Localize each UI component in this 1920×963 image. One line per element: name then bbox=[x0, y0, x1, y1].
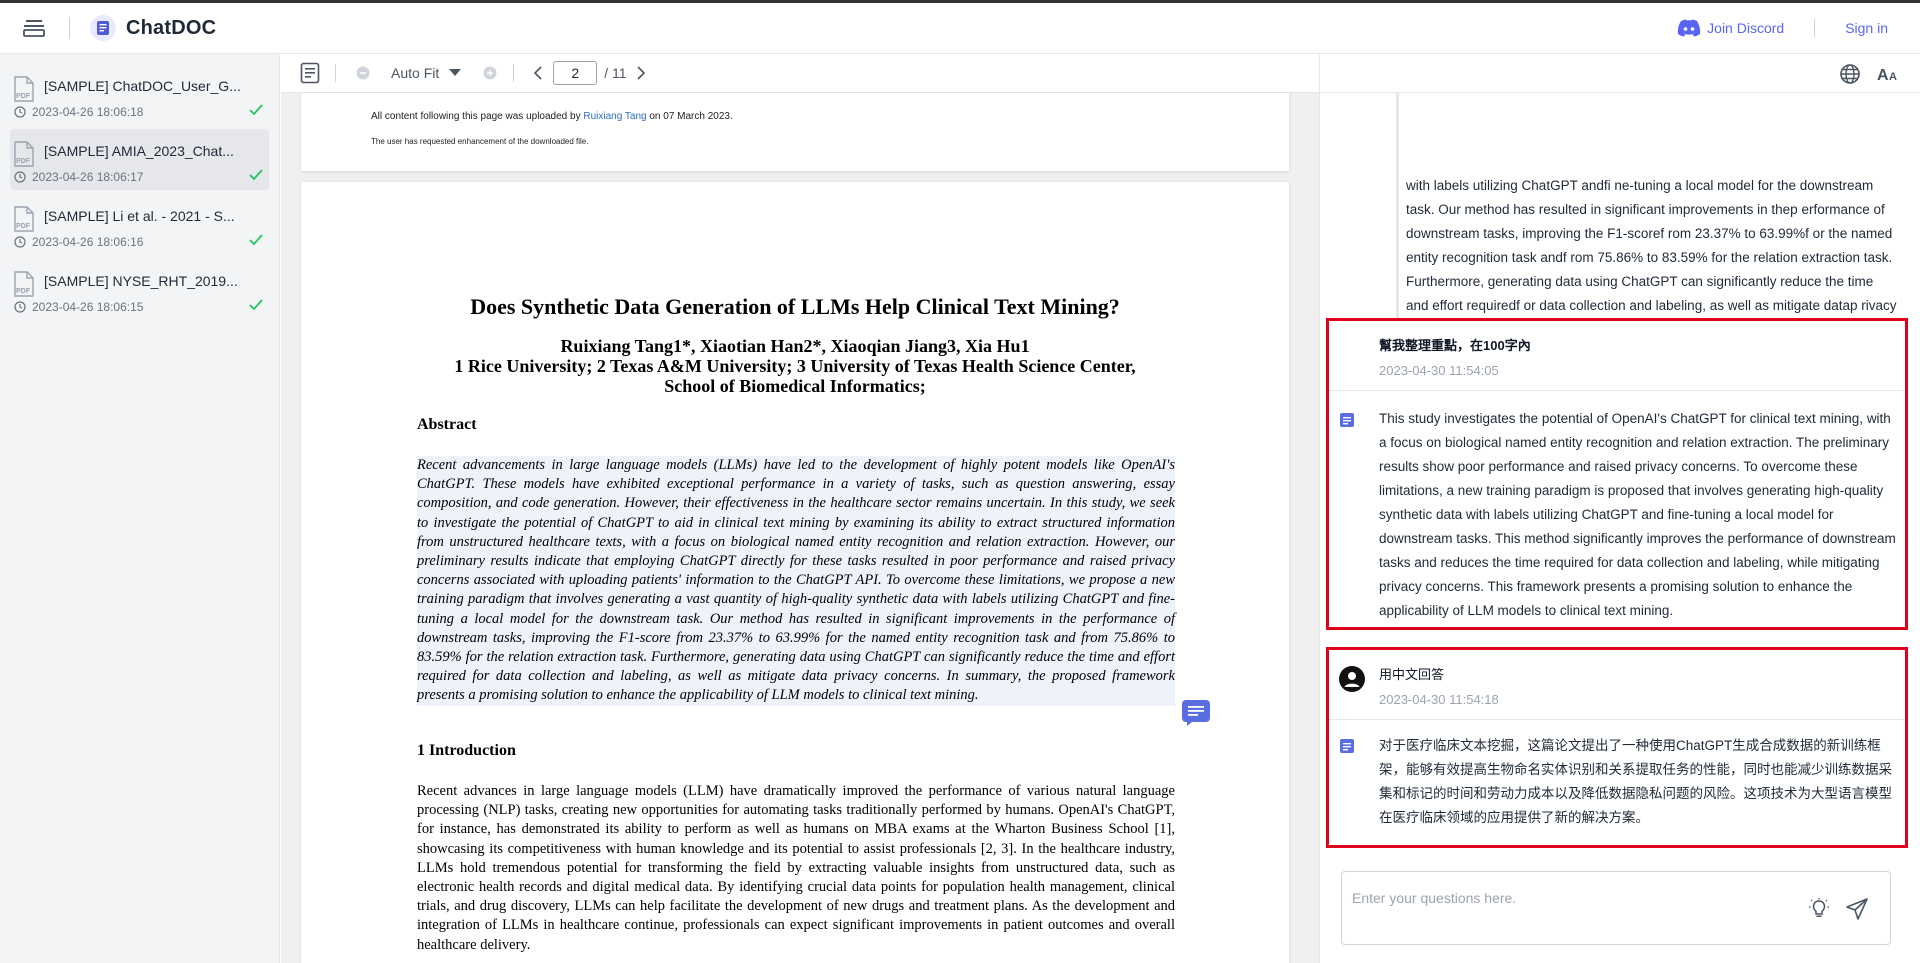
question-time: 2023-04-30 11:54:18 bbox=[1379, 692, 1499, 707]
assistant-answer: 对于医疗临床文本挖掘，这篇论文提出了一种使用ChatGPT生成合成数据的新训练框… bbox=[1379, 738, 1892, 825]
abstract-heading: Abstract bbox=[417, 416, 477, 433]
toolbar-divider bbox=[513, 64, 515, 82]
chevron-right-icon bbox=[636, 66, 645, 80]
uploader-link[interactable]: Ruixiang Tang bbox=[583, 111, 646, 122]
ask-chat-icon[interactable] bbox=[1181, 699, 1211, 727]
clock-icon bbox=[14, 236, 26, 248]
stack-menu-icon bbox=[23, 20, 45, 37]
document-item[interactable]: PDF [SAMPLE] NYSE_RHT_2019... 2023-04-26… bbox=[10, 259, 269, 320]
sign-in-link[interactable]: Sign in bbox=[1845, 20, 1888, 36]
zoom-out-button[interactable] bbox=[356, 66, 370, 80]
pdf-file-icon: PDF bbox=[14, 206, 34, 232]
document-name: [SAMPLE] Li et al. - 2021 - S... bbox=[44, 208, 235, 224]
document-item[interactable]: PDF [SAMPLE] Li et al. - 2021 - S... 202… bbox=[10, 194, 269, 255]
paper-title: Does Synthetic Data Generation of LLMs H… bbox=[470, 294, 1120, 319]
document-item[interactable]: PDF [SAMPLE] ChatDOC_User_G... 2023-04-2… bbox=[10, 64, 269, 125]
minus-circle-icon bbox=[356, 66, 370, 80]
clock-icon bbox=[14, 106, 26, 118]
svg-text:PDF: PDF bbox=[16, 93, 31, 100]
document-time: 2023-04-26 18:06:17 bbox=[32, 170, 144, 184]
send-icon[interactable] bbox=[1846, 898, 1868, 920]
paper-affiliation: 1 Rice University; 2 Texas A&M Universit… bbox=[454, 356, 1136, 376]
introduction-heading: 1 Introduction bbox=[417, 742, 516, 759]
enhancement-note: The user has requested enhancement of th… bbox=[371, 137, 589, 146]
chat-toolbar: AA bbox=[1320, 54, 1920, 93]
user-question: 用中文回答 bbox=[1379, 667, 1445, 682]
discord-icon bbox=[1677, 19, 1701, 37]
toolbar-divider bbox=[335, 64, 336, 82]
pdf-viewer: Auto Fit / 11 All content following this… bbox=[281, 54, 1319, 963]
header-divider bbox=[69, 17, 70, 39]
svg-text:A: A bbox=[1889, 71, 1897, 83]
message-divider bbox=[1329, 390, 1905, 391]
clock-icon bbox=[14, 301, 26, 313]
paper-affiliation: School of Biomedical Informatics; bbox=[664, 376, 926, 396]
document-outline-icon bbox=[300, 62, 320, 84]
chevron-left-icon bbox=[534, 66, 542, 80]
chatdoc-answer-icon bbox=[1340, 739, 1354, 753]
next-page-button[interactable] bbox=[636, 66, 645, 80]
font-size-icon[interactable]: AA bbox=[1877, 63, 1901, 85]
question-time: 2023-04-30 11:54:05 bbox=[1379, 363, 1499, 378]
document-name: [SAMPLE] AMIA_2023_Chat... bbox=[44, 143, 234, 159]
introduction-text: Recent advances in large language models… bbox=[417, 783, 1175, 953]
svg-text:PDF: PDF bbox=[16, 223, 31, 230]
document-name: [SAMPLE] ChatDOC_User_G... bbox=[44, 78, 241, 94]
pdf-file-icon: PDF bbox=[14, 271, 34, 297]
sidebar-toggle-button[interactable] bbox=[19, 13, 49, 43]
user-avatar-icon bbox=[1339, 666, 1365, 692]
chat-panel: AA with labels utilizing ChatGPT andfi n… bbox=[1319, 54, 1920, 963]
pdf-file-icon: PDF bbox=[14, 141, 34, 167]
total-pages: / 11 bbox=[604, 65, 627, 81]
clock-icon bbox=[14, 171, 26, 183]
caret-down-icon bbox=[449, 69, 462, 76]
checkmark-icon bbox=[249, 234, 263, 246]
chatdoc-logo-icon bbox=[90, 15, 116, 41]
document-item-active[interactable]: PDF [SAMPLE] AMIA_2023_Chat... 2023-04-2… bbox=[10, 129, 269, 190]
viewer-toolbar: Auto Fit / 11 bbox=[281, 54, 1319, 93]
document-sidebar: PDF [SAMPLE] ChatDOC_User_G... 2023-04-2… bbox=[0, 54, 280, 963]
pdf-file-icon: PDF bbox=[14, 76, 34, 102]
svg-text:PDF: PDF bbox=[16, 288, 31, 295]
chatdoc-answer-icon bbox=[1340, 413, 1354, 427]
message-divider bbox=[1329, 719, 1905, 720]
header-divider bbox=[1814, 19, 1816, 37]
checkmark-icon bbox=[249, 169, 263, 181]
question-input-box bbox=[1341, 871, 1891, 945]
svg-text:PDF: PDF bbox=[16, 158, 31, 165]
question-input[interactable] bbox=[1352, 890, 1792, 914]
app-header: ChatDOC Join Discord Sign in bbox=[0, 0, 1920, 54]
plus-circle-icon bbox=[483, 66, 497, 80]
zoom-level: Auto Fit bbox=[391, 65, 440, 81]
paper-authors: Ruixiang Tang1*, Xiaotian Han2*, Xiaoqia… bbox=[560, 336, 1030, 356]
svg-text:A: A bbox=[1877, 67, 1889, 84]
checkmark-icon bbox=[249, 104, 263, 116]
document-time: 2023-04-26 18:06:18 bbox=[32, 105, 144, 119]
abstract-text: Recent advancements in large language mo… bbox=[417, 456, 1175, 706]
lightbulb-icon[interactable] bbox=[1809, 898, 1829, 920]
join-discord-link[interactable]: Join Discord bbox=[1677, 19, 1784, 37]
pdf-cover-page: All content following this page was uplo… bbox=[301, 93, 1289, 171]
globe-icon[interactable] bbox=[1839, 63, 1861, 85]
checkmark-icon bbox=[249, 299, 263, 311]
document-name: [SAMPLE] NYSE_RHT_2019... bbox=[44, 273, 238, 289]
pdf-page: Does Synthetic Data Generation of LLMs H… bbox=[301, 182, 1289, 963]
zoom-in-button[interactable] bbox=[483, 66, 497, 80]
zoom-select[interactable]: Auto Fit bbox=[391, 65, 462, 81]
app-title: ChatDOC bbox=[126, 16, 217, 39]
document-time: 2023-04-26 18:06:16 bbox=[32, 235, 144, 249]
previous-page-button[interactable] bbox=[534, 66, 542, 80]
join-discord-label[interactable]: Join Discord bbox=[1707, 20, 1784, 36]
document-time: 2023-04-26 18:06:15 bbox=[32, 300, 144, 314]
upload-note: All content following this page was uplo… bbox=[371, 111, 733, 122]
user-question: 幫我整理重點，在100字內 bbox=[1379, 338, 1531, 353]
outline-toggle-button[interactable] bbox=[300, 62, 320, 84]
chat-exchange-highlighted: 幫我整理重點，在100字內 2023-04-30 11:54:05 This s… bbox=[1326, 318, 1908, 630]
chat-exchange-highlighted: 用中文回答 2023-04-30 11:54:18 对于医疗临床文本挖掘，这篇论… bbox=[1326, 647, 1908, 848]
assistant-answer: This study investigates the potential of… bbox=[1379, 411, 1896, 618]
page-number-input[interactable] bbox=[553, 61, 598, 85]
